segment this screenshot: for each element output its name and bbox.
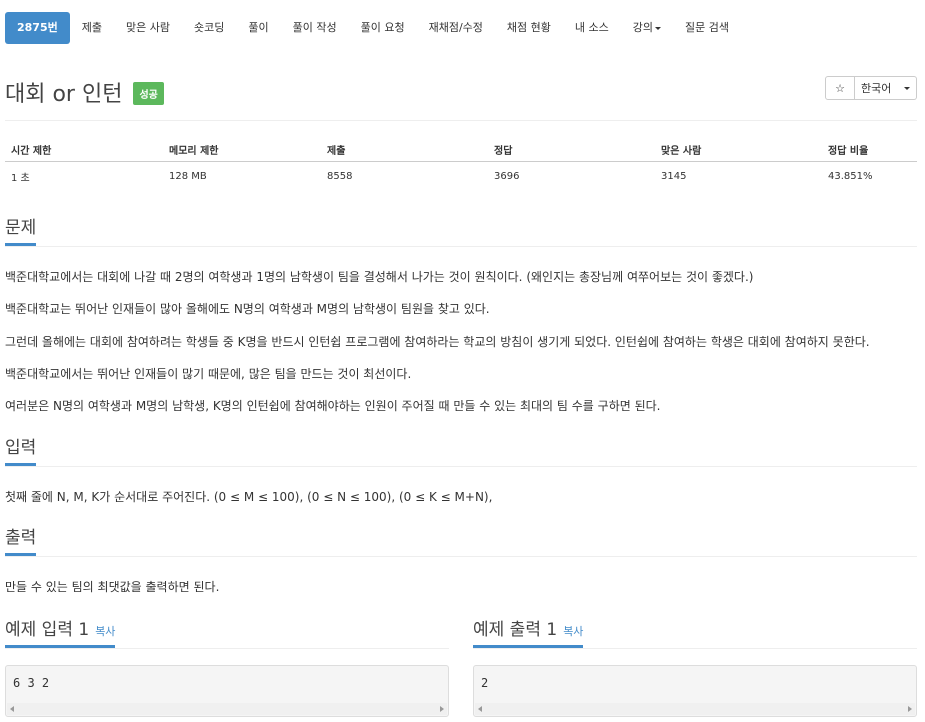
input-heading: 입력 [5, 433, 37, 466]
sample-output-box[interactable]: 2 [473, 665, 917, 717]
output-heading: 출력 [5, 523, 37, 556]
scroll-right-icon[interactable] [908, 706, 912, 712]
memory-limit-value: 128 MB [169, 170, 207, 182]
horizontal-scrollbar[interactable] [475, 703, 915, 715]
scroll-left-icon[interactable] [10, 706, 14, 712]
sample-input-value: 6 3 2 [13, 676, 50, 690]
problem-heading: 문제 [5, 213, 37, 246]
time-limit-value: 1 초 [11, 172, 30, 184]
chevron-down-icon [654, 26, 661, 30]
header-accepted: 정답 [488, 137, 655, 162]
output-section-header: 출력 [5, 523, 917, 557]
header-submissions: 제출 [321, 137, 488, 162]
table-header-row: 시간 제한 메모리 제한 제출 정답 맞은 사람 정답 비율 [5, 137, 917, 162]
nav-lectures-dropdown[interactable]: 강의 [621, 12, 673, 44]
sample-input-heading: 예제 입력 1 복사 [5, 615, 116, 648]
problem-paragraph-3: 그런데 올해에는 대회에 참여하려는 학생들 중 K명을 반드시 인턴쉽 프로그… [5, 335, 870, 349]
header-accept-ratio: 정답 비율 [822, 137, 917, 162]
sample-input-title: 예제 입력 1 [5, 620, 90, 640]
nav-question-search[interactable]: 질문 검색 [673, 12, 741, 44]
problem-title: 대회 or 인턴 [5, 82, 123, 107]
sample-output-header: 예제 출력 1 복사 [473, 615, 917, 649]
problem-paragraph-2: 백준대학교는 뛰어난 인재들이 많아 올해에도 N명의 여학생과 M명의 남학생… [5, 302, 490, 316]
horizontal-scrollbar[interactable] [7, 703, 447, 715]
nav-status[interactable]: 채점 현황 [495, 12, 563, 44]
status-badge: 성공 [133, 81, 164, 105]
chevron-down-icon [904, 86, 910, 90]
sample-output-title: 예제 출력 1 [473, 620, 558, 640]
submissions-value: 8558 [327, 170, 353, 182]
page-title: 대회 or 인턴 성공 [5, 76, 164, 108]
nav-short-coding[interactable]: 숏코딩 [182, 12, 236, 44]
problem-paragraph-1: 백준대학교에서는 대회에 나갈 때 2명의 여학생과 1명의 남학생이 팀을 결… [5, 270, 754, 284]
sample-input-box[interactable]: 6 3 2 [5, 665, 449, 717]
sample-output-heading: 예제 출력 1 복사 [473, 615, 584, 648]
solved-users-value: 3145 [661, 170, 687, 182]
scroll-right-icon[interactable] [440, 706, 444, 712]
title-actions: ☆ 한국어 [825, 76, 917, 100]
copy-input-button[interactable]: 복사 [95, 625, 115, 638]
language-dropdown[interactable]: 한국어 [855, 76, 917, 100]
problem-paragraph-5: 여러분은 N명의 여학생과 M명의 남학생, K명의 인턴쉽에 참여해야하는 인… [5, 399, 661, 413]
nav-solved-users[interactable]: 맞은 사람 [114, 12, 182, 44]
star-icon: ☆ [835, 81, 845, 95]
header-solved-users: 맞은 사람 [655, 137, 822, 162]
copy-output-button[interactable]: 복사 [563, 625, 583, 638]
accepted-value: 3696 [494, 170, 520, 182]
nav-submit[interactable]: 제출 [70, 12, 114, 44]
nav-solutions[interactable]: 풀이 [236, 12, 280, 44]
problem-info-table: 시간 제한 메모리 제한 제출 정답 맞은 사람 정답 비율 1 초 128 M… [5, 137, 917, 190]
nav-problem-number[interactable]: 2875번 [5, 12, 70, 44]
problem-title-row: 대회 or 인턴 성공 ☆ 한국어 [5, 72, 917, 121]
nav-write-solution[interactable]: 풀이 작성 [281, 12, 349, 44]
nav-my-source[interactable]: 내 소스 [563, 12, 621, 44]
input-description: 첫째 줄에 N, M, K가 순서대로 주어진다. (0 ≤ M ≤ 100),… [5, 490, 493, 504]
sample-input-header: 예제 입력 1 복사 [5, 615, 449, 649]
problem-nav: 2875번 제출 맞은 사람 숏코딩 풀이 풀이 작성 풀이 요청 재채점/수정… [5, 12, 741, 44]
nav-rejudge[interactable]: 재채점/수정 [417, 12, 495, 44]
favorite-button[interactable]: ☆ [825, 76, 855, 100]
sample-output-value: 2 [481, 676, 489, 690]
header-memory-limit: 메모리 제한 [163, 137, 321, 162]
table-row: 1 초 128 MB 8558 3696 3145 43.851% [5, 162, 917, 191]
input-section-header: 입력 [5, 433, 917, 467]
header-time-limit: 시간 제한 [5, 137, 163, 162]
scroll-left-icon[interactable] [478, 706, 482, 712]
problem-section-header: 문제 [5, 213, 917, 247]
accept-ratio-value: 43.851% [828, 170, 873, 182]
language-label: 한국어 [861, 82, 892, 95]
problem-paragraph-4: 백준대학교에서는 뛰어난 인재들이 많기 때문에, 많은 팀을 만드는 것이 최… [5, 367, 412, 381]
nav-lectures-label: 강의 [632, 21, 653, 34]
output-description: 만들 수 있는 팀의 최댓값을 출력하면 된다. [5, 580, 220, 594]
nav-request-solution[interactable]: 풀이 요청 [349, 12, 417, 44]
